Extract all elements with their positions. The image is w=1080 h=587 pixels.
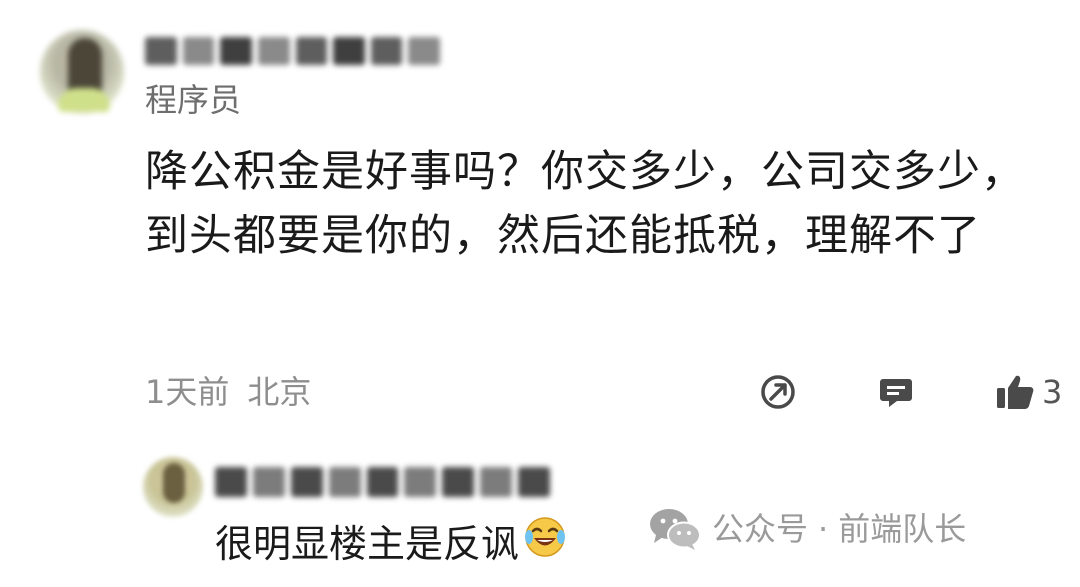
reply-content: 很明显楼主是反讽 bbox=[215, 515, 567, 572]
reply-avatar[interactable] bbox=[143, 457, 203, 517]
watermark: 公众号 · 前端队长 bbox=[648, 505, 966, 553]
reply-name-blurred[interactable] bbox=[215, 462, 551, 502]
watermark-source: 公众号 bbox=[712, 510, 809, 548]
comment-text: 降公积金是好事吗？你交多少，公司交多少，到头都要是你的，然后还能抵税，理解不了 bbox=[145, 147, 1025, 261]
commenter-role: 程序员 bbox=[145, 81, 242, 119]
laughing-tears-emoji-icon bbox=[523, 515, 567, 572]
comment-location: 北京 bbox=[247, 373, 312, 411]
reply-text: 很明显楼主是反讽 bbox=[215, 521, 520, 566]
watermark-account: 前端队长 bbox=[838, 510, 967, 548]
share-button[interactable] bbox=[758, 372, 798, 412]
like-button[interactable] bbox=[995, 372, 1035, 412]
like-count: 3 bbox=[1042, 373, 1063, 411]
watermark-separator: · bbox=[818, 510, 829, 548]
commenter-avatar[interactable] bbox=[40, 30, 124, 114]
commenter-name-blurred[interactable] bbox=[145, 32, 440, 70]
share-arrow-icon bbox=[761, 375, 795, 409]
wechat-logo-icon bbox=[650, 509, 701, 550]
thumbs-up-icon bbox=[997, 375, 1034, 409]
comment-button[interactable] bbox=[876, 372, 916, 412]
comment-bubble-icon bbox=[880, 379, 912, 407]
comment-time: 1天前 bbox=[145, 373, 230, 411]
comment-meta: 1天前 北京 bbox=[145, 370, 311, 414]
